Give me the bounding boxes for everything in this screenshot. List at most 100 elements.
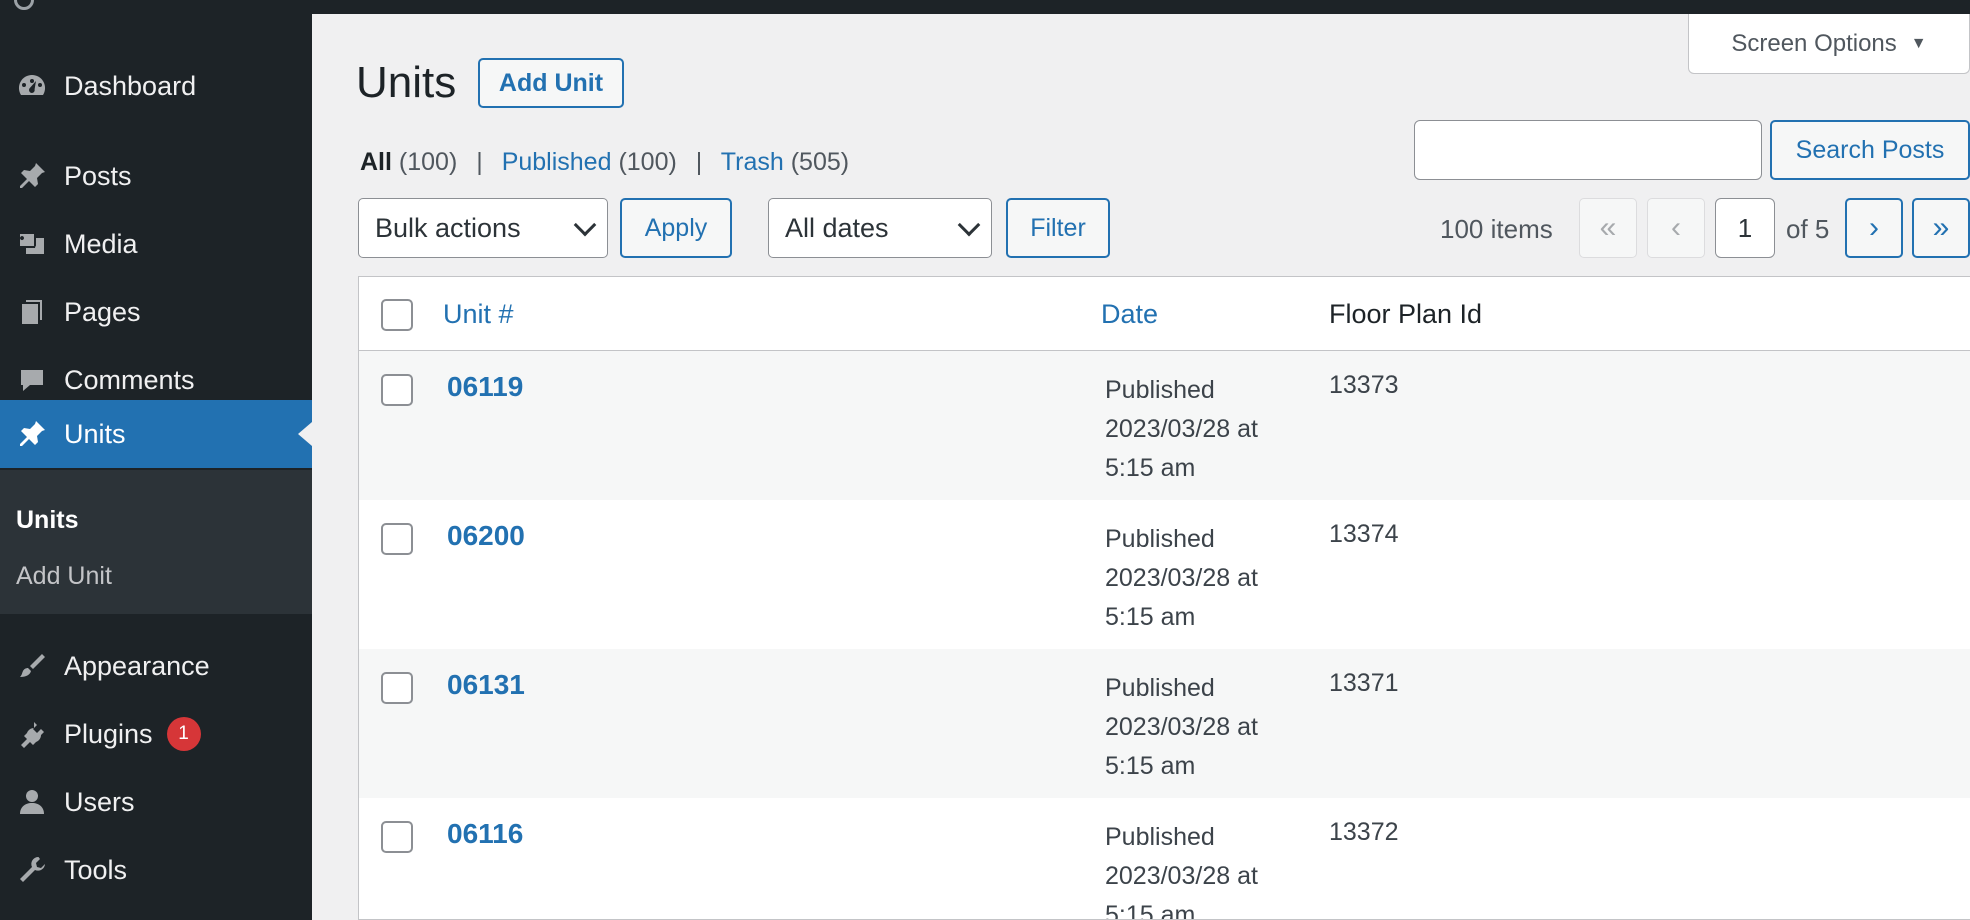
page-title: Units	[356, 58, 457, 107]
pages-icon	[0, 278, 64, 346]
filter-separator: |	[695, 148, 703, 176]
submenu-item-units[interactable]: Units	[16, 506, 79, 535]
unit-title-link[interactable]: 06200	[447, 520, 525, 552]
chevron-down-icon	[573, 213, 597, 237]
sidebar-item-users[interactable]: Users	[0, 768, 312, 836]
sidebar-item-label: Units	[64, 418, 126, 449]
row-checkbox[interactable]	[381, 523, 413, 555]
column-date[interactable]: Date	[1101, 299, 1158, 330]
sidebar-item-dashboard[interactable]: Dashboard	[0, 52, 312, 120]
screen-options-label: Screen Options	[1731, 29, 1897, 57]
sidebar-item-media[interactable]: Media	[0, 210, 312, 278]
media-icon	[0, 210, 64, 278]
units-submenu: Units Add Unit	[0, 470, 312, 614]
row-floor-plan-id: 13373	[1329, 371, 1399, 399]
table-row: 06116 Published 2023/03/28 at 5:15 am 13…	[359, 798, 1970, 919]
dates-filter-value: All dates	[785, 212, 889, 243]
search-posts-button[interactable]: Search Posts	[1770, 120, 1970, 180]
total-pages: of 5	[1786, 214, 1830, 244]
apply-button[interactable]: Apply	[620, 198, 732, 258]
row-date-value: 2023/03/28 at	[1105, 862, 1258, 890]
sidebar-item-label: Appearance	[64, 650, 210, 681]
unit-title-link[interactable]: 06116	[447, 818, 523, 850]
row-status: Published	[1105, 823, 1215, 851]
sidebar-item-label: Tools	[64, 854, 128, 885]
admin-bar	[0, 0, 1970, 14]
sidebar-item-units[interactable]: Units	[0, 400, 312, 468]
main-content: Screen Options ▼ Units Add Unit All (100…	[312, 14, 1970, 920]
submenu-item-add-unit[interactable]: Add Unit	[16, 562, 112, 591]
column-floor-plan-id: Floor Plan Id	[1329, 299, 1483, 329]
first-page-button: «	[1579, 198, 1637, 258]
row-status: Published	[1105, 525, 1215, 553]
caret-down-icon: ▼	[1910, 34, 1927, 52]
bulk-actions-value: Bulk actions	[375, 212, 521, 243]
row-time: 5:15 am	[1105, 454, 1196, 482]
filter-trash[interactable]: Trash	[721, 148, 784, 176]
filter-all-count: (100)	[398, 148, 458, 176]
column-unit-number[interactable]: Unit #	[443, 299, 514, 330]
row-date: Published 2023/03/28 at 5:15 am	[1105, 371, 1295, 488]
row-floor-plan-id: 13374	[1329, 520, 1399, 548]
filter-separator: |	[476, 148, 483, 176]
sidebar-item-posts[interactable]: Posts	[0, 142, 312, 210]
row-date-value: 2023/03/28 at	[1105, 415, 1258, 443]
items-count: 100 items	[1440, 214, 1553, 244]
unit-title-link[interactable]: 06119	[447, 371, 523, 403]
screen-options-button[interactable]: Screen Options ▼	[1688, 14, 1970, 74]
filter-trash-count: (505)	[790, 148, 850, 176]
row-checkbox[interactable]	[381, 821, 413, 853]
sidebar-item-label: Plugins	[64, 718, 153, 749]
sidebar-item-label: Pages	[64, 296, 141, 327]
sidebar-item-tools[interactable]: Tools	[0, 836, 312, 904]
row-status: Published	[1105, 376, 1215, 404]
admin-sidebar: Dashboard Posts Media Pages Comments Uni…	[0, 14, 312, 920]
sidebar-item-pages[interactable]: Pages	[0, 278, 312, 346]
sidebar-item-label: Dashboard	[64, 70, 197, 101]
sidebar-item-label: Comments	[64, 364, 195, 395]
add-unit-button[interactable]: Add Unit	[478, 58, 624, 108]
row-date: Published 2023/03/28 at 5:15 am	[1105, 520, 1295, 637]
chevron-down-icon	[957, 213, 981, 237]
table-row: 06200 Published 2023/03/28 at 5:15 am 13…	[359, 500, 1970, 649]
filter-published-count: (100)	[618, 148, 677, 176]
search-input[interactable]	[1414, 120, 1762, 180]
row-time: 5:15 am	[1105, 752, 1196, 780]
units-table: Unit # Date Floor Plan Id 06119 Publishe…	[358, 276, 1970, 920]
update-count-badge: 1	[166, 717, 201, 751]
user-icon	[0, 768, 64, 836]
last-page-button[interactable]: »	[1912, 198, 1970, 258]
table-row: 06131 Published 2023/03/28 at 5:15 am 13…	[359, 649, 1970, 798]
wordpress-logo-icon[interactable]	[14, 0, 34, 10]
current-page-input[interactable]: 1	[1715, 198, 1775, 258]
row-date-value: 2023/03/28 at	[1105, 564, 1258, 592]
wrench-icon	[0, 836, 64, 904]
table-row: 06119 Published 2023/03/28 at 5:15 am 13…	[359, 351, 1970, 500]
current-menu-arrow	[298, 422, 312, 446]
filter-all[interactable]: All	[360, 148, 392, 176]
row-checkbox[interactable]	[381, 374, 413, 406]
row-date: Published 2023/03/28 at 5:15 am	[1105, 818, 1295, 919]
sidebar-item-plugins[interactable]: Plugins 1	[0, 700, 312, 768]
paintbrush-icon	[0, 632, 64, 700]
row-checkbox[interactable]	[381, 672, 413, 704]
row-date-value: 2023/03/28 at	[1105, 713, 1258, 741]
row-status: Published	[1105, 674, 1215, 702]
sidebar-item-label: Users	[64, 786, 135, 817]
sidebar-item-appearance[interactable]: Appearance	[0, 632, 312, 700]
next-page-button[interactable]: ›	[1845, 198, 1903, 258]
post-status-filters: All (100) | Published (100) | Trash (505…	[360, 148, 849, 177]
pushpin-icon	[0, 142, 64, 210]
sidebar-item-label: Posts	[64, 160, 132, 191]
dashboard-icon	[0, 52, 64, 120]
pushpin-icon	[0, 400, 64, 468]
row-floor-plan-id: 13372	[1329, 818, 1399, 846]
unit-title-link[interactable]: 06131	[447, 669, 525, 701]
bulk-actions-select[interactable]: Bulk actions	[358, 198, 608, 258]
filter-button[interactable]: Filter	[1006, 198, 1110, 258]
plugin-icon	[0, 700, 64, 768]
row-floor-plan-id: 13371	[1329, 669, 1399, 697]
select-all-checkbox[interactable]	[381, 299, 413, 331]
filter-published[interactable]: Published	[502, 148, 612, 176]
dates-filter-select[interactable]: All dates	[768, 198, 992, 258]
